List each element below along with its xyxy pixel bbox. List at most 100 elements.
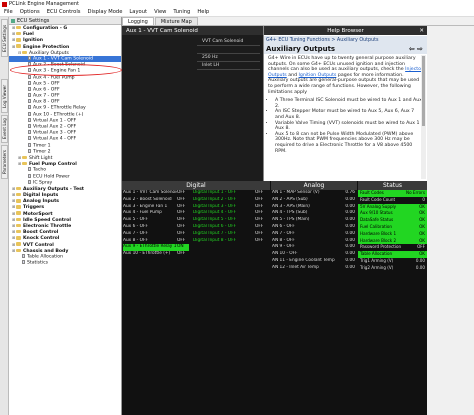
menu-display-mode[interactable]: Display Mode	[88, 9, 123, 15]
aux-setting-row[interactable]: Inlet LH	[122, 63, 263, 70]
menu-options[interactable]: Options	[20, 9, 40, 15]
status-value: OK	[419, 230, 425, 236]
side-tab-log-viewer[interactable]: Log Viewer	[1, 79, 8, 113]
status-value: OK	[419, 217, 425, 223]
help-title-bar: Auxiliary Outputs ⇦ ⇨	[264, 44, 427, 54]
aux-output-name: Aux 1 - VVT Cam Solenoid	[123, 190, 177, 195]
digital-input-state: OFF	[255, 196, 264, 202]
analog-row: AN 9 - OFF 0.00	[271, 244, 357, 251]
menu-bar: File Options ECU Controls Display Mode L…	[0, 8, 474, 17]
digital-input-name: Digital Input 6 - OFF	[193, 223, 237, 229]
aux-setting-row[interactable]: VVT Cam Solenoid	[122, 39, 263, 46]
status-row: Table Allocation OK	[358, 251, 427, 258]
status-value: 0.00	[415, 257, 425, 263]
menu-view[interactable]: View	[154, 9, 166, 15]
aux-setting-value: VVT Cam Solenoid	[202, 39, 244, 44]
help-bullet: A Three Terminal ISC Solenoid must be wi…	[275, 98, 423, 109]
tree-header: ECU Settings	[9, 17, 121, 25]
window-title: PCLink Engine Management	[9, 1, 79, 7]
digital-input-name: Digital Input 5 - OFF	[193, 217, 237, 223]
menu-help[interactable]: Help	[197, 9, 209, 15]
analog-column: Analog AN 1 - MAP Sensor (V) 0.76 AN 2 - A…	[271, 181, 357, 272]
side-tab-parameters[interactable]: Parameters	[1, 145, 8, 179]
folder-icon	[16, 192, 21, 197]
analog-input-name: AN 2 - APS (Sub)	[272, 196, 308, 202]
aux-output-name: Aux 2 - Boost Solenoid	[123, 196, 172, 202]
status-row: Trig2 Arming (V) 0.00	[358, 265, 427, 272]
status-row: Fault Code Count 0	[358, 197, 427, 204]
page-icon	[28, 179, 31, 184]
digital-row: Aux 3 - Engine Fan 1 OFF Digital Input 3 -…	[122, 204, 270, 211]
aux-output-name: Aux 8 - OFF	[123, 237, 148, 243]
tab-strip: Logging Mixture Map	[122, 17, 474, 26]
status-column: Status Fault Codes No Errors Fault Code Co…	[358, 181, 427, 272]
aux-setting-row[interactable]: 250 Hz	[122, 55, 263, 62]
analog-row: AN 12 - Inlet Air Temp 0.00	[271, 265, 357, 272]
aux-output-state: OFF	[177, 237, 186, 243]
status-value: OK	[419, 251, 425, 257]
page-icon	[28, 167, 31, 172]
tree-item-label: Aux 7 - OFF	[33, 93, 60, 99]
tree-item[interactable]: Statistics	[9, 260, 121, 266]
digital-input-state: OFF	[255, 230, 264, 236]
digital-column: Digital Aux 1 - VVT Cam Solenoid OFF Digit…	[122, 181, 270, 258]
page-icon	[28, 117, 31, 122]
page-icon	[28, 124, 31, 128]
status-value: 0.00	[415, 264, 425, 270]
digital-input-name: Digital Input 8 - OFF	[193, 237, 237, 243]
help-bullet: Aux 5 to 8 can not be Pulse Width Modula…	[275, 132, 423, 154]
analog-input-name: AN 1 - MAP Sensor (V)	[272, 190, 320, 195]
aux-output-state: OFF	[177, 190, 186, 195]
digital-input-state: OFF	[255, 237, 264, 243]
aux-output-state: OFF	[177, 210, 186, 216]
folder-icon	[22, 161, 27, 166]
digital-input-state: OFF	[255, 223, 264, 229]
help-scrollbar[interactable]	[421, 55, 426, 179]
menu-file[interactable]: File	[4, 9, 13, 15]
menu-tuning[interactable]: Tuning	[173, 9, 190, 15]
status-row: Fault Codes No Errors	[358, 190, 427, 197]
aux-output-state: OFF	[177, 251, 186, 257]
scroll-thumb[interactable]	[422, 56, 425, 126]
status-value: OK	[419, 223, 425, 229]
page-icon	[28, 130, 31, 135]
side-tab-strip: ECU Settings Log Viewer Event Log Parame…	[0, 17, 9, 415]
status-row: Hardware Block 2 OK	[358, 237, 427, 245]
digital-row: Aux 10 - EThrottle (+) OFF	[122, 251, 270, 258]
tab-logging[interactable]: Logging	[122, 17, 154, 25]
close-icon[interactable]: ✕	[419, 28, 424, 34]
forward-arrow-icon[interactable]: ⇨	[417, 45, 423, 53]
tree-item-label: IC Spray	[33, 180, 53, 186]
highlight-circle	[10, 64, 122, 76]
folder-icon	[16, 25, 21, 30]
folder-icon	[16, 211, 21, 215]
analog-row: AN 5 - TPS (Main) 0.00	[271, 217, 357, 224]
tree-item-label: Aux 1 - VVT Cam Solenoid	[33, 56, 93, 62]
empty-area	[427, 26, 474, 415]
back-arrow-icon[interactable]: ⇦	[409, 45, 415, 53]
analog-row: AN 7 - OFF 0.00	[271, 231, 357, 238]
tab-mixture-map[interactable]: Mixture Map	[154, 17, 198, 25]
status-label: Fault Codes	[360, 190, 384, 195]
analog-row: AN 4 - TPS (Sub) 0.00	[271, 210, 357, 217]
analog-row: AN 8 - OFF 0.00	[271, 238, 357, 245]
folder-icon	[16, 248, 21, 252]
menu-ecu-controls[interactable]: ECU Controls	[47, 9, 81, 15]
status-row: Trig1 Arming (V) 0.00	[358, 258, 427, 265]
aux-setting-row[interactable]	[122, 47, 263, 54]
side-tab-ecu-settings[interactable]: ECU Settings	[1, 19, 8, 57]
tree-item-label: Tacho	[33, 167, 47, 173]
page-icon	[28, 86, 31, 91]
menu-layout[interactable]: Layout	[129, 9, 147, 15]
analog-input-value: 0.00	[345, 264, 355, 270]
side-tab-event-log[interactable]: Event Log	[1, 115, 8, 143]
folder-icon	[16, 217, 21, 222]
analog-input-value: 0.76	[345, 190, 355, 195]
analog-input-value: 0.00	[345, 230, 355, 236]
status-row: DataSafe Status OK	[358, 217, 427, 224]
status-label: 5V Analog Supply	[360, 203, 397, 209]
help-breadcrumb[interactable]: G4+ ECU Tuning Functions > Auxiliary Out…	[264, 36, 427, 44]
tree-item-label: Table Allocation	[27, 254, 63, 260]
aux-output-state: OFF	[177, 230, 186, 236]
folder-icon	[16, 38, 21, 42]
